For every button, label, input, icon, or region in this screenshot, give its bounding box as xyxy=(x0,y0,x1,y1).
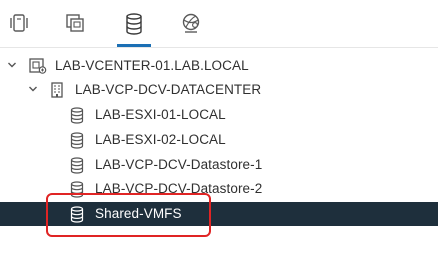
tab-vms-and-templates[interactable] xyxy=(62,12,88,42)
hosts-clusters-icon xyxy=(10,14,28,32)
storage-icon xyxy=(126,13,142,35)
chevron-down-icon[interactable] xyxy=(7,60,17,70)
tree-node-datacenter[interactable]: LAB-VCP-DCV-DATACENTER xyxy=(0,78,438,102)
tree-node-datastore[interactable]: LAB-ESXI-01-LOCAL xyxy=(0,103,438,127)
datastore-icon xyxy=(70,181,84,198)
tab-hosts-and-clusters[interactable] xyxy=(6,12,32,42)
tree-node-label: LAB-ESXI-02-LOCAL xyxy=(95,132,226,147)
tab-networking[interactable] xyxy=(178,12,204,42)
tree-node-vcenter[interactable]: LAB-VCENTER-01.LAB.LOCAL xyxy=(0,54,438,78)
tree-node-label: LAB-VCP-DCV-Datastore-1 xyxy=(95,157,263,172)
tabs-divider xyxy=(0,47,438,48)
tree-node-label: LAB-VCP-DCV-Datastore-2 xyxy=(95,181,263,196)
vcenter-icon xyxy=(29,58,47,74)
vms-templates-icon xyxy=(66,14,84,32)
network-icon xyxy=(182,13,200,33)
chevron-down-icon[interactable] xyxy=(28,84,38,94)
tab-storage[interactable] xyxy=(121,12,147,42)
datacenter-icon xyxy=(51,82,63,98)
navigator-tabs xyxy=(0,0,438,48)
tree-node-label: LAB-ESXI-01-LOCAL xyxy=(95,107,226,122)
tree-node-datastore[interactable]: LAB-VCP-DCV-Datastore-1 xyxy=(0,153,438,177)
datastore-icon xyxy=(70,157,84,174)
datastore-icon xyxy=(70,132,84,149)
tree-node-label: Shared-VMFS xyxy=(95,206,182,221)
datastore-icon xyxy=(70,206,84,223)
tree-node-label: LAB-VCENTER-01.LAB.LOCAL xyxy=(55,58,249,73)
datastore-icon xyxy=(70,107,84,124)
tree-node-label: LAB-VCP-DCV-DATACENTER xyxy=(75,82,262,97)
tree-node-datastore[interactable]: LAB-VCP-DCV-Datastore-2 xyxy=(0,177,438,201)
tree-node-datastore-selected[interactable]: Shared-VMFS xyxy=(0,202,438,226)
tree-node-datastore[interactable]: LAB-ESXI-02-LOCAL xyxy=(0,128,438,152)
